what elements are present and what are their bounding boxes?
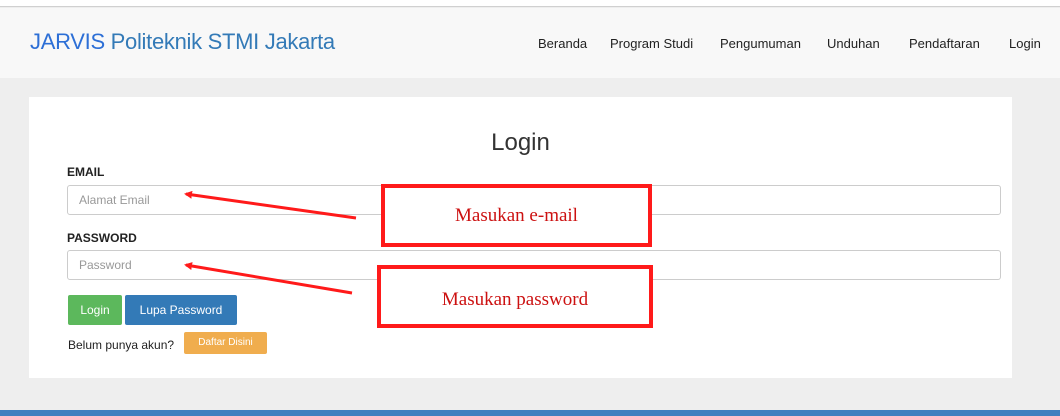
login-title: Login <box>491 129 550 156</box>
footer-bar <box>0 410 1060 416</box>
email-label: EMAIL <box>67 165 105 179</box>
nav-item-pengumuman[interactable]: Pengumuman <box>720 36 801 51</box>
nav-item-beranda[interactable]: Beranda <box>538 36 587 51</box>
brand-name: Politeknik STMI Jakarta <box>110 29 335 54</box>
nav-item-unduhan[interactable]: Unduhan <box>827 36 880 51</box>
brand-accent: JARVIS <box>30 29 105 54</box>
signup-prompt: Belum punya akun? <box>68 338 175 352</box>
email-annotation-box: Masukan e-mail <box>381 184 652 247</box>
brand-logo[interactable]: JARVIS Politeknik STMI Jakarta <box>30 29 335 55</box>
password-annotation-box: Masukan password <box>377 265 653 328</box>
nav-item-pendaftaran[interactable]: Pendaftaran <box>909 36 980 51</box>
signup-button[interactable]: Daftar Disini <box>184 332 267 354</box>
nav-item-login[interactable]: Login <box>1009 36 1041 51</box>
forgot-password-button[interactable]: Lupa Password <box>125 295 237 325</box>
top-border <box>0 0 1060 7</box>
nav-item-program-studi[interactable]: Program Studi <box>610 36 693 51</box>
login-button[interactable]: Login <box>68 295 122 325</box>
password-label: PASSWORD <box>67 231 137 245</box>
navbar: JARVIS Politeknik STMI Jakarta Beranda P… <box>0 8 1060 78</box>
